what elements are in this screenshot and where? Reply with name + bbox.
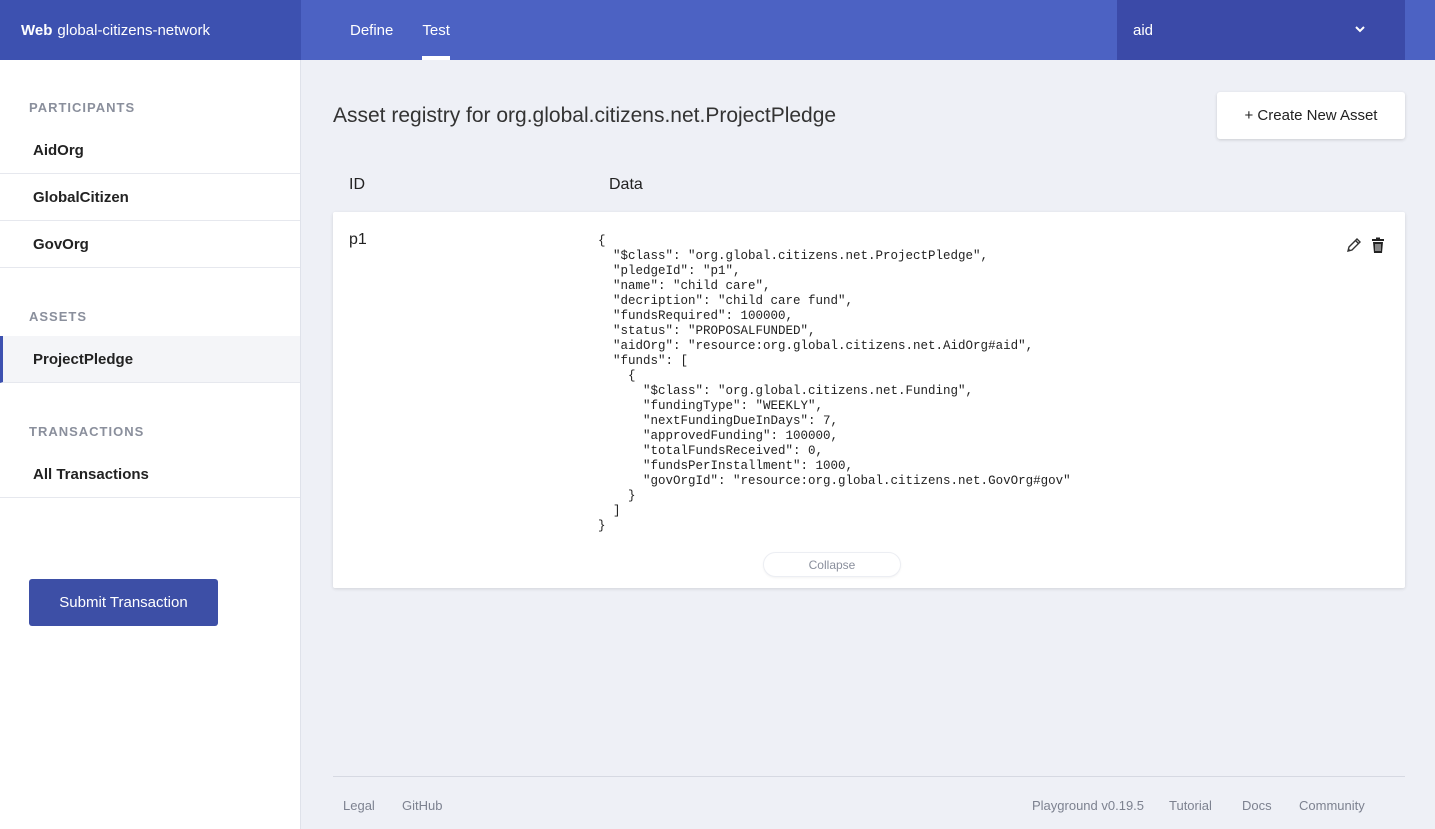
tab-test[interactable]: Test [422, 0, 450, 60]
footer-version[interactable]: Playground v0.19.5 [1032, 798, 1144, 813]
footer-divider [333, 776, 1405, 777]
chevron-down-icon [1355, 26, 1365, 33]
footer-link-legal[interactable]: Legal [343, 798, 375, 813]
tab-define[interactable]: Define [350, 0, 393, 60]
column-header-data: Data [609, 176, 643, 193]
sidebar-item-projectpledge[interactable]: ProjectPledge [0, 336, 300, 383]
participants-heading: PARTICIPANTS [29, 100, 136, 115]
column-header-id: ID [349, 176, 365, 193]
sidebar-item-globalcitizen[interactable]: GlobalCitizen [0, 174, 300, 221]
asset-json-data: { "$class": "org.global.citizens.net.Pro… [598, 234, 1071, 533]
footer-link-docs[interactable]: Docs [1242, 798, 1272, 813]
sidebar-item-govorg[interactable]: GovOrg [0, 221, 300, 268]
identity-name: aid [1133, 21, 1154, 39]
brand-prefix: Web [21, 21, 53, 39]
transactions-heading: TRANSACTIONS [29, 424, 145, 439]
assets-heading: ASSETS [29, 309, 88, 324]
footer-link-community[interactable]: Community [1299, 798, 1365, 813]
trash-icon[interactable] [1369, 236, 1387, 254]
brand[interactable]: Web global-citizens-network [0, 0, 301, 60]
business-network-name: global-citizens-network [57, 21, 210, 39]
pencil-icon[interactable] [1345, 236, 1363, 254]
identity-dropdown[interactable]: aid [1117, 0, 1405, 60]
main-tabs: Define Test [350, 0, 479, 60]
collapse-button[interactable]: Collapse [763, 552, 901, 577]
sidebar-item-aidorg[interactable]: AidOrg [0, 127, 300, 174]
asset-id: p1 [349, 231, 367, 248]
footer-link-github[interactable]: GitHub [402, 798, 442, 813]
sidebar: PARTICIPANTS AidOrg GlobalCitizen GovOrg… [0, 60, 301, 829]
create-new-asset-button[interactable]: + Create New Asset [1217, 92, 1405, 139]
top-bar: Web global-citizens-network Define Test … [0, 0, 1435, 60]
asset-row: p1 { "$class": "org.global.citizens.net.… [333, 212, 1405, 588]
footer-link-tutorial[interactable]: Tutorial [1169, 798, 1212, 813]
submit-transaction-button[interactable]: Submit Transaction [29, 579, 218, 626]
sidebar-item-all-transactions[interactable]: All Transactions [0, 451, 300, 498]
page-title: Asset registry for org.global.citizens.n… [333, 104, 837, 127]
